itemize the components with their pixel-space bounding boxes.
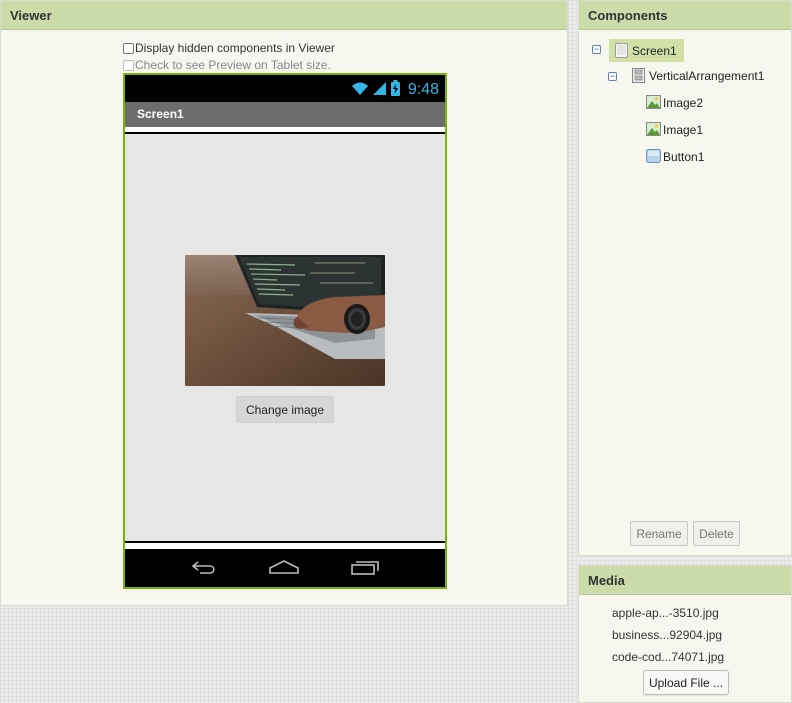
tree-label-image1: Image1 [663, 122, 704, 137]
tablet-preview-checkbox-row[interactable]: Check to see Preview on Tablet size. [123, 58, 331, 72]
screen-canvas: Change image [125, 132, 445, 543]
display-hidden-label: Display hidden components in Viewer [135, 41, 335, 55]
screen-icon [615, 43, 630, 58]
image-icon [646, 122, 661, 137]
tree-node-screen1[interactable]: Screen1 [609, 39, 684, 62]
display-hidden-checkbox-row[interactable]: Display hidden components in Viewer [123, 41, 335, 55]
tree-label-image2: Image2 [663, 95, 704, 110]
display-hidden-checkbox[interactable] [123, 42, 134, 54]
media-file-item[interactable]: apple-ap...-3510.jpg [612, 606, 719, 620]
change-image-button[interactable]: Change image [236, 396, 334, 423]
tree-node-image1[interactable]: Image1 [646, 122, 703, 137]
rename-button[interactable]: Rename [630, 521, 688, 546]
tree-node-image2[interactable]: Image2 [646, 95, 703, 110]
phone-nav-bar [125, 549, 445, 587]
home-icon [269, 559, 299, 578]
viewer-header: Viewer [1, 1, 567, 30]
back-icon [190, 559, 218, 578]
tree-label-verticalarrangement1: VerticalArrangement1 [649, 68, 765, 83]
screen-title-bar: Screen1 [125, 102, 445, 127]
tablet-preview-checkbox[interactable] [123, 59, 134, 71]
phone-preview: 9:48 Screen1 Change image [123, 73, 447, 589]
tree-node-button1[interactable]: Button1 [646, 149, 704, 164]
components-panel: Components − Screen1 − VerticalArrangeme… [578, 0, 792, 556]
status-time: 9:48 [407, 80, 439, 98]
collapse-screen-toggle[interactable]: − [592, 45, 601, 54]
tree-label-screen1: Screen1 [632, 43, 677, 58]
upload-file-button[interactable]: Upload File ... [643, 670, 729, 695]
phone-status-bar: 9:48 [125, 75, 445, 102]
button-icon [646, 149, 661, 164]
tree-node-verticalarrangement1[interactable]: VerticalArrangement1 [632, 68, 764, 83]
tablet-preview-label: Check to see Preview on Tablet size. [135, 58, 331, 72]
media-header: Media [579, 566, 791, 595]
tree-label-button1: Button1 [663, 149, 705, 164]
media-panel: Media apple-ap...-3510.jpg business...92… [578, 565, 792, 703]
delete-button[interactable]: Delete [693, 521, 740, 546]
battery-icon [390, 80, 400, 99]
media-file-item[interactable]: business...92904.jpg [612, 628, 722, 642]
vertical-arrangement-icon [632, 68, 647, 83]
collapse-arrangement-toggle[interactable]: − [608, 72, 617, 81]
image-laptop[interactable] [185, 255, 385, 386]
wifi-icon [351, 81, 369, 99]
viewer-panel: Viewer Display hidden components in View… [0, 0, 568, 606]
media-file-item[interactable]: code-cod...74071.jpg [612, 650, 724, 664]
components-header: Components [579, 1, 791, 30]
image-icon [646, 95, 661, 110]
recents-icon [350, 559, 380, 578]
signal-icon [372, 81, 387, 99]
